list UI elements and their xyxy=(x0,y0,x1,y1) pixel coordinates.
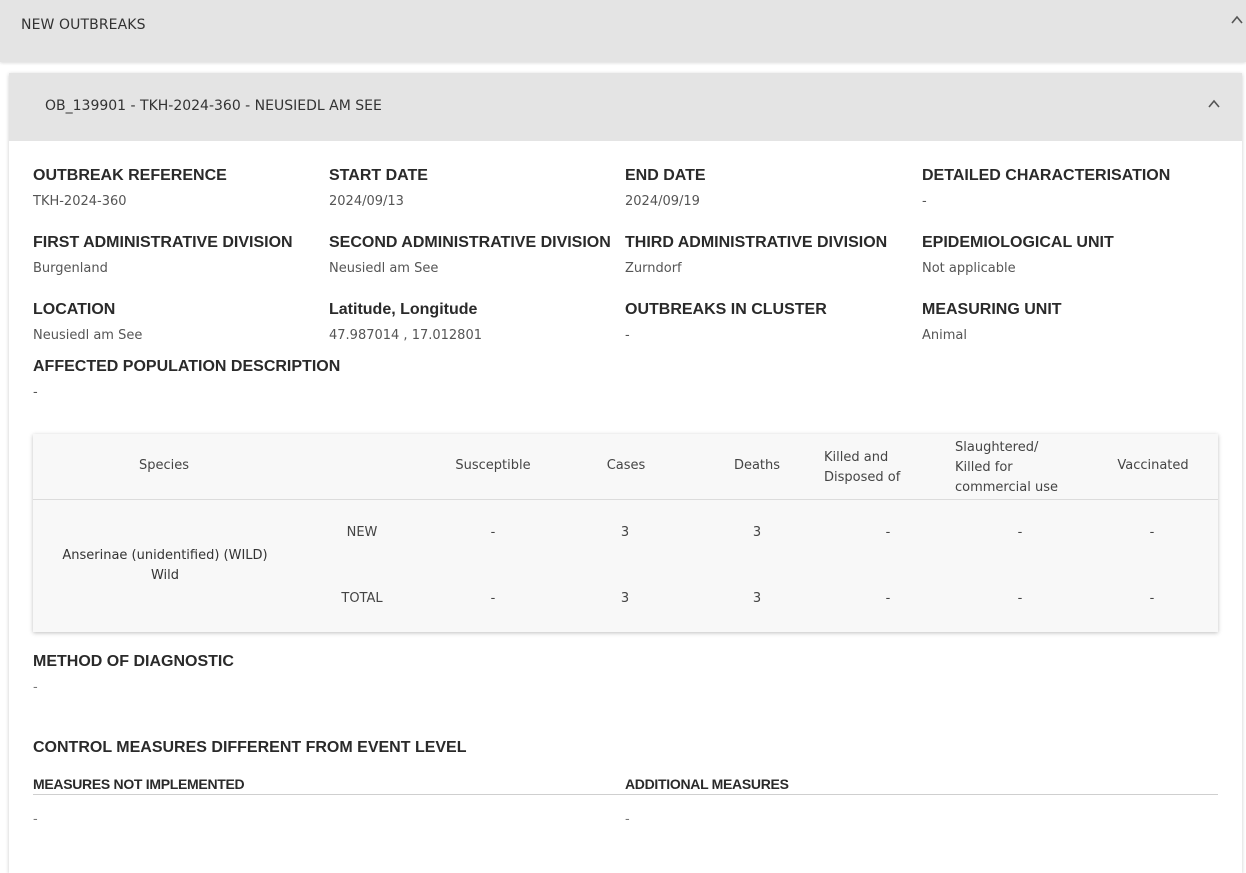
field-label: OUTBREAK REFERENCE xyxy=(33,167,227,184)
field-third-admin-division: THIRD ADMINISTRATIVE DIVISION Zurndorf xyxy=(625,234,915,276)
field-value: - xyxy=(625,328,630,343)
col-killed-disposed: Killed and Disposed of xyxy=(824,448,934,488)
species-category: Wild xyxy=(150,568,180,583)
field-value: - xyxy=(33,385,38,400)
cell-vaccinated: - xyxy=(1149,591,1155,606)
species-name: Anserinae (unidentified) (WILD) xyxy=(62,548,268,563)
field-end-date: END DATE 2024/09/19 xyxy=(625,167,915,209)
chevron-up-icon[interactable] xyxy=(1230,13,1244,27)
field-value: 47.987014 , 17.012801 xyxy=(329,328,482,343)
field-value: Zurndorf xyxy=(625,261,682,276)
col-vaccinated: Vaccinated xyxy=(1117,458,1189,473)
field-outbreaks-in-cluster: OUTBREAKS IN CLUSTER - xyxy=(625,301,915,343)
cell-killed: - xyxy=(885,591,891,606)
field-label: EPIDEMIOLOGICAL UNIT xyxy=(922,234,1114,251)
field-label: OUTBREAKS IN CLUSTER xyxy=(625,301,827,318)
additional-measures-label: ADDITIONAL MEASURES xyxy=(625,776,789,792)
field-value: Not applicable xyxy=(922,261,1016,276)
header-line: Disposed of xyxy=(824,470,901,485)
field-label: THIRD ADMINISTRATIVE DIVISION xyxy=(625,234,888,251)
header-line: Killed for xyxy=(955,460,1013,475)
outbreak-card: OB_139901 - TKH-2024-360 - NEUSIEDL AM S… xyxy=(9,73,1242,873)
header-line: commercial use xyxy=(955,480,1058,495)
method-of-diagnostic-label: METHOD OF DIAGNOSTIC xyxy=(33,653,234,670)
header-line: Killed and xyxy=(824,450,889,465)
field-measuring-unit: MEASURING UNIT Animal xyxy=(922,301,1212,343)
table-header: Species Susceptible Cases Deaths Killed … xyxy=(33,434,1218,500)
species-cell: Anserinae (unidentified) (WILD) Wild xyxy=(35,546,295,586)
field-value: Animal xyxy=(922,328,967,343)
field-value: TKH-2024-360 xyxy=(33,194,127,209)
field-detailed-characterisation: DETAILED CHARACTERISATION - xyxy=(922,167,1212,209)
cell-cases: 3 xyxy=(620,591,630,606)
header-line: Slaughtered/ xyxy=(955,440,1039,455)
outbreak-title: OB_139901 - TKH-2024-360 - NEUSIEDL AM S… xyxy=(45,98,382,114)
field-label: START DATE xyxy=(329,167,428,184)
measures-not-implemented-label: MEASURES NOT IMPLEMENTED xyxy=(33,776,245,792)
col-slaughtered: Slaughtered/ Killed for commercial use xyxy=(955,438,1085,498)
panel-title: NEW OUTBREAKS xyxy=(21,17,146,33)
field-affected-population: AFFECTED POPULATION DESCRIPTION - xyxy=(33,358,433,400)
field-label: Latitude, Longitude xyxy=(329,301,478,318)
field-label: MEASURING UNIT xyxy=(922,301,1062,318)
cell-slaughtered: - xyxy=(1017,525,1023,540)
field-location: LOCATION Neusiedl am See xyxy=(33,301,323,343)
cell-deaths: 3 xyxy=(752,591,762,606)
field-start-date: START DATE 2024/09/13 xyxy=(329,167,619,209)
cell-vaccinated: - xyxy=(1149,525,1155,540)
outbreak-card-header[interactable]: OB_139901 - TKH-2024-360 - NEUSIEDL AM S… xyxy=(9,73,1242,141)
field-value: 2024/09/19 xyxy=(625,194,700,209)
field-label: FIRST ADMINISTRATIVE DIVISION xyxy=(33,234,293,251)
col-susceptible: Susceptible xyxy=(455,458,531,473)
field-label: AFFECTED POPULATION DESCRIPTION xyxy=(33,358,341,375)
field-value: Neusiedl am See xyxy=(33,328,143,343)
col-deaths: Deaths xyxy=(733,458,781,473)
field-latitude-longitude: Latitude, Longitude 47.987014 , 17.01280… xyxy=(329,301,619,343)
measures-not-implemented-value: - xyxy=(33,812,38,827)
species-table: Species Susceptible Cases Deaths Killed … xyxy=(33,434,1218,632)
cell-slaughtered: - xyxy=(1017,591,1023,606)
row-type: TOTAL xyxy=(341,591,383,606)
cell-cases: 3 xyxy=(620,525,630,540)
field-value: 2024/09/13 xyxy=(329,194,404,209)
cell-deaths: 3 xyxy=(752,525,762,540)
field-value: Burgenland xyxy=(33,261,108,276)
field-label: SECOND ADMINISTRATIVE DIVISION xyxy=(329,234,611,251)
field-value: Neusiedl am See xyxy=(329,261,439,276)
field-outbreak-reference: OUTBREAK REFERENCE TKH-2024-360 xyxy=(33,167,323,209)
field-first-admin-division: FIRST ADMINISTRATIVE DIVISION Burgenland xyxy=(33,234,323,276)
control-measures-title: CONTROL MEASURES DIFFERENT FROM EVENT LE… xyxy=(33,739,467,756)
field-label: DETAILED CHARACTERISATION xyxy=(922,167,1171,184)
field-label: LOCATION xyxy=(33,301,116,318)
col-cases: Cases xyxy=(606,458,646,473)
new-outbreaks-panel-header[interactable]: NEW OUTBREAKS xyxy=(0,0,1246,62)
field-value: - xyxy=(922,194,927,209)
col-species: Species xyxy=(138,458,190,473)
field-second-admin-division: SECOND ADMINISTRATIVE DIVISION Neusiedl … xyxy=(329,234,619,276)
row-type: NEW xyxy=(346,525,378,540)
field-epidemiological-unit: EPIDEMIOLOGICAL UNIT Not applicable xyxy=(922,234,1212,276)
divider xyxy=(33,794,1218,795)
chevron-up-icon[interactable] xyxy=(1207,97,1221,111)
cell-susceptible: - xyxy=(490,525,496,540)
method-of-diagnostic-value: - xyxy=(33,680,38,695)
additional-measures-value: - xyxy=(625,812,630,827)
cell-killed: - xyxy=(885,525,891,540)
cell-susceptible: - xyxy=(490,591,496,606)
field-label: END DATE xyxy=(625,167,706,184)
